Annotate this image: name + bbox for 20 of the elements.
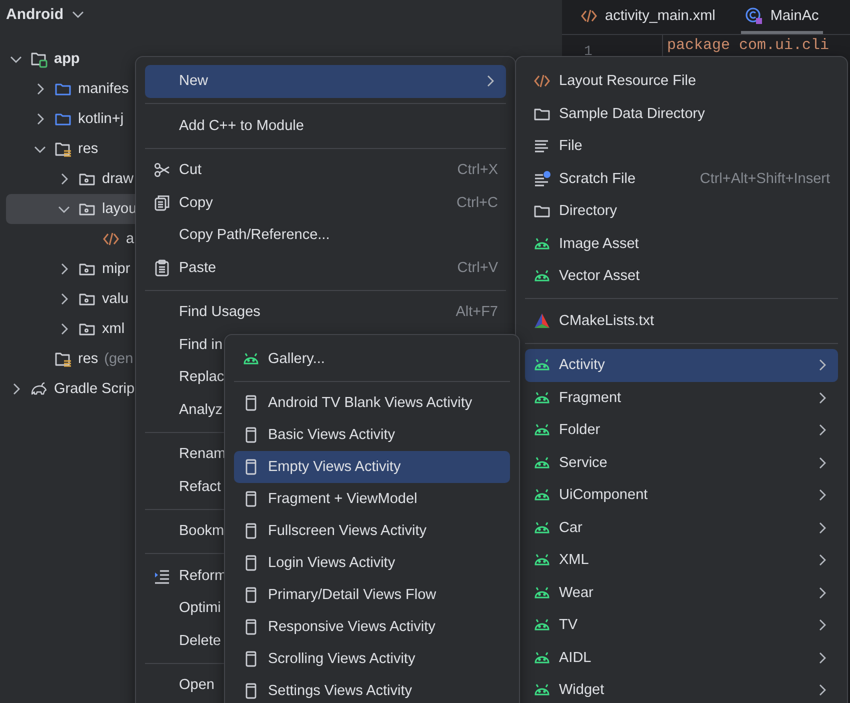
- tree-label: kotlin+j: [78, 111, 124, 127]
- tree-label: res: [78, 141, 98, 157]
- tree-label: mipr: [102, 261, 130, 277]
- code-line: package com.ui.cli: [667, 37, 830, 54]
- shortcut-text: Ctrl+Alt+Shift+Insert: [700, 170, 830, 187]
- tree-label: valu: [102, 291, 129, 307]
- tree-label: Gradle Scrip: [54, 381, 135, 397]
- tree-label: xml: [102, 321, 125, 337]
- line-number: 1: [584, 44, 592, 60]
- shortcut-text: Ctrl+C: [456, 194, 498, 211]
- tree-label: a: [126, 231, 134, 247]
- tree-label: manifes: [78, 81, 129, 97]
- shortcut-text: Ctrl+V: [457, 260, 498, 276]
- tree-label: app: [54, 51, 80, 67]
- tree-label: draw: [102, 171, 134, 187]
- tree-label: layou: [102, 201, 137, 217]
- tree-label: res: [78, 351, 98, 367]
- tree-note: (gen: [104, 351, 134, 367]
- shortcut-text: Alt+F7: [456, 304, 498, 320]
- shortcut-text: Ctrl+X: [457, 162, 498, 178]
